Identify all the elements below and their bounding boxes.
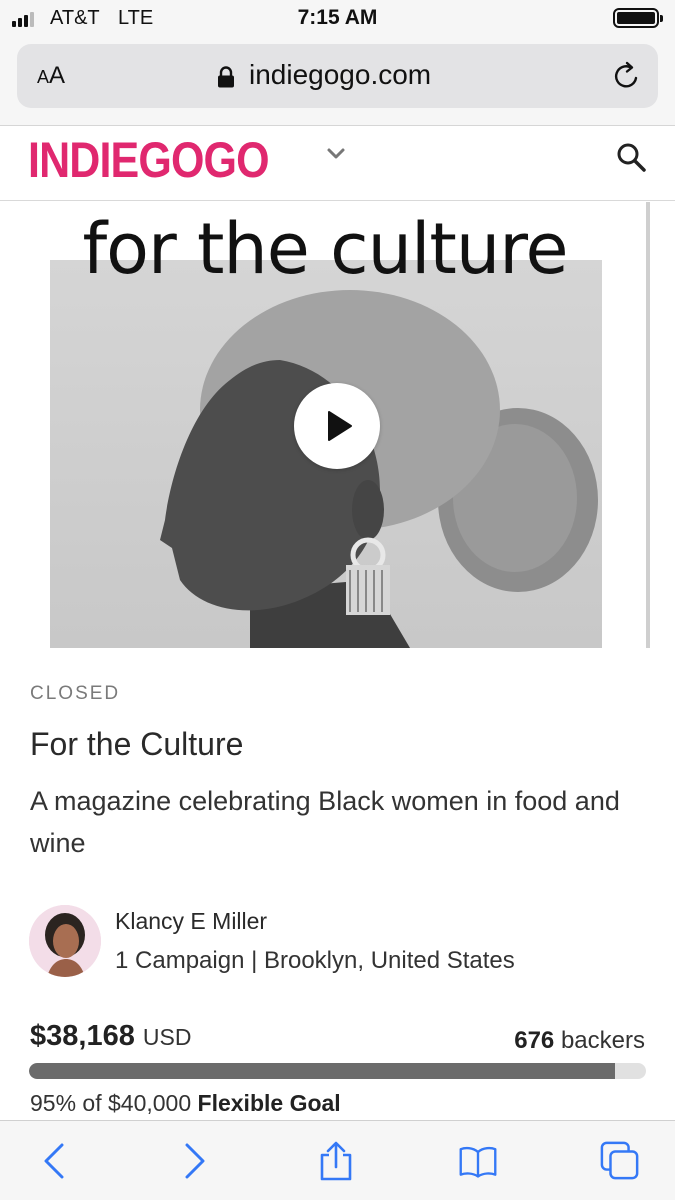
clock: 7:15 AM [297, 6, 378, 29]
chevron-down-icon[interactable] [326, 147, 346, 161]
creator-name[interactable]: Klancy E Miller [115, 908, 267, 935]
backers-label: backers [560, 1027, 645, 1054]
amount-raised: $38,168 USD [30, 1020, 191, 1053]
lock-icon [218, 66, 234, 88]
url-text[interactable]: indiegogo.com [249, 59, 431, 91]
share-icon [320, 1141, 352, 1181]
browser-toolbar [0, 1120, 675, 1200]
status-bar: AT&T LTE 7:15 AM [0, 0, 675, 38]
goal-text: 95% of $40,000 [30, 1090, 192, 1116]
share-button[interactable] [316, 1141, 356, 1181]
creator-meta: 1 Campaign | Brooklyn, United States [115, 947, 515, 974]
back-button[interactable] [34, 1141, 74, 1181]
creator-avatar[interactable] [29, 905, 101, 977]
tabs-icon [600, 1141, 639, 1180]
campaign-title: For the Culture [30, 726, 244, 762]
bookmarks-icon [459, 1146, 497, 1178]
tabs-button[interactable] [600, 1141, 640, 1181]
indiegogo-logo[interactable]: INDIEGOGO [28, 131, 270, 189]
funding-progress-fill [29, 1063, 616, 1079]
address-bar[interactable]: AA indiegogo.com [17, 44, 658, 108]
campaign-video[interactable]: for the culture [0, 202, 675, 648]
text-size-button[interactable]: AA [37, 62, 65, 90]
battery-icon [613, 8, 663, 28]
campaign-tagline: A magazine celebrating Black women in fo… [30, 786, 620, 858]
campaign-status-badge: CLOSED [30, 683, 121, 704]
bookmarks-button[interactable] [458, 1141, 498, 1181]
browser-address-area: AA indiegogo.com [0, 38, 675, 126]
currency-label: USD [142, 1024, 192, 1050]
hero-title-text: for the culture [82, 208, 568, 290]
forward-icon [185, 1143, 205, 1179]
backers-count: 676 backers [514, 1027, 645, 1055]
play-button[interactable] [294, 383, 380, 469]
reload-icon[interactable] [612, 61, 642, 91]
amount-raised-value: $38,168 [30, 1020, 135, 1052]
search-icon[interactable] [615, 141, 647, 173]
site-header: INDIEGOGO [0, 127, 675, 201]
back-icon [44, 1143, 64, 1179]
funding-progress-bar [29, 1063, 646, 1079]
hero-margin [650, 202, 675, 648]
funding-goal: 95% of $40,000 Flexible Goal [30, 1090, 341, 1117]
goal-type: Flexible Goal [197, 1090, 341, 1116]
backers-count-value: 676 [514, 1027, 555, 1054]
play-icon [328, 411, 352, 441]
forward-button[interactable] [175, 1141, 215, 1181]
